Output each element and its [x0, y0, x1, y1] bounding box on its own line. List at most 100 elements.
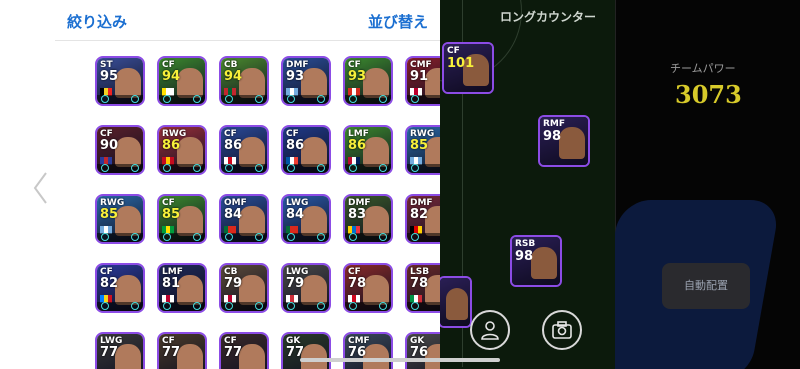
pitch-player-card[interactable]	[440, 276, 472, 328]
skill-dot-icon	[287, 302, 295, 310]
player-card[interactable]: ST 95	[95, 56, 145, 106]
player-rating: 84	[286, 207, 305, 222]
player-rating: 82	[410, 207, 429, 222]
player-card[interactable]: DMF 93	[281, 56, 331, 106]
skill-dot-icon	[163, 302, 171, 310]
skill-dot-icon	[411, 233, 419, 241]
player-rating: 94	[224, 69, 243, 84]
player-face	[115, 68, 141, 98]
panel-header: 絞り込み 並び替え	[55, 0, 440, 41]
team-info-panel: チームパワー 3073 自動配置	[615, 0, 800, 369]
player-face	[559, 127, 585, 159]
skill-dot-icon	[131, 302, 139, 310]
player-card[interactable]: CB 79	[219, 263, 269, 313]
skill-dot-icon	[225, 233, 233, 241]
player-card[interactable]: LWG 79	[281, 263, 331, 313]
skill-dot-icon	[349, 164, 357, 172]
player-card[interactable]: LSB 78	[405, 263, 440, 313]
card-footer	[221, 233, 267, 242]
player-rating: 86	[162, 138, 181, 153]
home-indicator[interactable]	[300, 358, 500, 362]
player-rating: 77	[162, 345, 181, 360]
player-card[interactable]: CMF 91	[405, 56, 440, 106]
player-selection-panel: 絞り込み 並び替え ST 95 CF 94 CB 94 DMF 93 CF 93 CMF 91 CF 90…	[55, 0, 440, 369]
player-card[interactable]: OMF 84	[219, 194, 269, 244]
pitch-player-card[interactable]: RSB 98	[510, 235, 562, 287]
skill-dot-icon	[225, 95, 233, 103]
sort-button[interactable]: 並び替え	[368, 11, 428, 32]
player-face	[239, 275, 265, 305]
player-card[interactable]: CF 77	[219, 332, 269, 369]
card-footer	[159, 164, 205, 173]
player-card[interactable]: LWG 84	[281, 194, 331, 244]
pitch-player-card[interactable]: RMF 98	[538, 115, 590, 167]
card-footer	[345, 233, 391, 242]
skill-dot-icon	[101, 233, 109, 241]
player-rating: 94	[162, 69, 181, 84]
player-card[interactable]: CF 93	[343, 56, 393, 106]
player-card[interactable]: CF 90	[95, 125, 145, 175]
player-card[interactable]: RWG 86	[157, 125, 207, 175]
card-footer	[345, 302, 391, 311]
player-rating: 79	[286, 276, 305, 291]
player-face	[446, 288, 468, 320]
player-card[interactable]: GK 77	[281, 332, 331, 369]
player-card[interactable]: LMF 86	[343, 125, 393, 175]
player-rating: 82	[100, 276, 119, 291]
player-face	[115, 344, 141, 369]
player-card[interactable]: RWG 85	[405, 125, 440, 175]
player-position: RMF	[543, 119, 566, 129]
player-rating: 78	[348, 276, 367, 291]
card-footer	[345, 95, 391, 104]
player-card[interactable]: CF 86	[219, 125, 269, 175]
player-card[interactable]: DMF 82	[405, 194, 440, 244]
player-face	[363, 206, 389, 236]
player-rating: 77	[100, 345, 119, 360]
player-card[interactable]: CF 78	[343, 263, 393, 313]
skill-dot-icon	[287, 233, 295, 241]
camera-icon	[552, 321, 572, 339]
card-footer	[407, 164, 440, 173]
player-card[interactable]: CF 85	[157, 194, 207, 244]
card-footer	[283, 233, 329, 242]
player-rating: 84	[224, 207, 243, 222]
player-face	[115, 275, 141, 305]
left-gutter	[0, 0, 55, 369]
tactic-title: ロングカウンター	[500, 10, 597, 24]
card-footer	[159, 233, 205, 242]
skill-dot-icon	[349, 302, 357, 310]
chevron-left-icon[interactable]	[30, 170, 50, 206]
player-face	[177, 344, 203, 369]
player-card[interactable]: CF 82	[95, 263, 145, 313]
card-footer	[345, 164, 391, 173]
player-card[interactable]: CMF 76	[343, 332, 393, 369]
skill-dot-icon	[225, 302, 233, 310]
pitch-player-card[interactable]: CF 101	[442, 42, 494, 94]
auto-arrange-button[interactable]: 自動配置	[662, 263, 750, 309]
player-card[interactable]: CB 94	[219, 56, 269, 106]
player-card[interactable]: RWG 85	[95, 194, 145, 244]
card-footer	[407, 302, 440, 311]
player-rating: 85	[100, 207, 119, 222]
player-card[interactable]: CF 77	[157, 332, 207, 369]
skill-dot-icon	[349, 233, 357, 241]
player-card[interactable]: DMF 83	[343, 194, 393, 244]
player-card[interactable]: GK 76	[405, 332, 440, 369]
card-footer	[221, 302, 267, 311]
screenshot-button[interactable]	[542, 310, 582, 350]
player-card[interactable]: CF 86	[281, 125, 331, 175]
player-face	[301, 275, 327, 305]
skill-dot-icon	[131, 164, 139, 172]
card-footer	[283, 95, 329, 104]
card-footer	[97, 95, 143, 104]
player-info-button[interactable]	[470, 310, 510, 350]
card-footer	[97, 164, 143, 173]
player-rating: 91	[410, 69, 429, 84]
player-face	[301, 68, 327, 98]
player-card[interactable]: LWG 77	[95, 332, 145, 369]
filter-button[interactable]: 絞り込み	[67, 11, 127, 32]
team-power-value: 3073	[675, 80, 742, 109]
player-card[interactable]: CF 94	[157, 56, 207, 106]
player-card[interactable]: LMF 81	[157, 263, 207, 313]
player-face	[301, 137, 327, 167]
